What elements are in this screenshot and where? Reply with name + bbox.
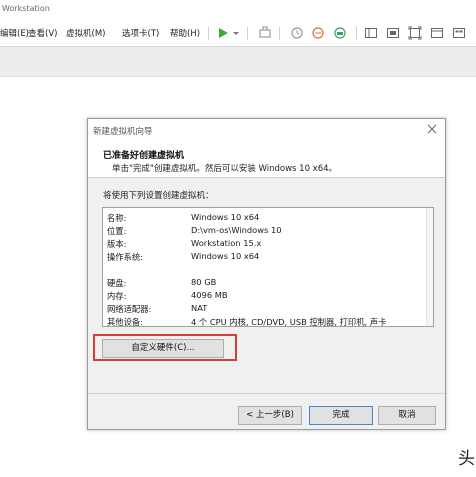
setting-value: D:\vm-os\Windows 10 [191,225,282,235]
setting-value: Windows 10 x64 [191,212,260,222]
back-button[interactable]: < 上一步(B) [238,406,302,425]
footer-divider [88,393,445,394]
console-view-icon[interactable] [386,26,400,40]
menu-view[interactable]: 查看(V) [28,27,57,39]
snapshot-icon[interactable] [290,26,304,40]
settings-intro: 将使用下列设置创建虚拟机： [103,191,214,201]
cancel-button[interactable]: 取消 [378,406,436,425]
menu-help[interactable]: 帮助(H) [170,27,200,39]
settings-summary-box[interactable]: 名称: Windows 10 x64 位置: D:\vm-os\Windows … [102,207,434,327]
setting-key: 操作系统: [107,252,143,262]
customize-hardware-button[interactable]: 自定义硬件(C)... [102,339,224,358]
setting-key: 其他设备: [107,317,143,327]
send-keys-icon[interactable] [258,26,272,40]
dialog-heading: 已准备好创建虚拟机 [103,151,185,161]
setting-row: 其他设备: 4 个 CPU 内核, CD/DVD, USB 控制器, 打印机, … [103,316,433,327]
setting-key: 硬盘: [107,278,127,288]
dialog-title: 新建虚拟机向导 [93,127,153,137]
play-icon[interactable] [216,26,230,40]
menu-vm[interactable]: 虚拟机(M) [66,27,105,39]
setting-value: 80 GB [191,277,217,287]
toolbar-separator [356,27,357,40]
fullscreen-icon[interactable] [408,26,422,40]
toolbar-separator [279,27,280,40]
setting-value: Workstation 15.x [191,238,262,248]
dialog-header: 已准备好创建虚拟机 单击"完成"创建虚拟机。然后可以安装 Windows 10 … [88,140,445,178]
new-vm-wizard-dialog: 新建虚拟机向导 已准备好创建虚拟机 单击"完成"创建虚拟机。然后可以安装 Win… [87,118,446,430]
watermark-text: 头条 [458,449,476,469]
setting-value: 4096 MB [191,290,228,300]
menubar: 编辑(E) 查看(V) 虚拟机(M) 选项卡(T) 帮助(H) [0,20,476,47]
manage-snapshots-icon[interactable] [333,26,347,40]
setting-key: 版本: [107,239,127,249]
app-titlebar: Workstation [0,0,476,20]
setting-key: 位置: [107,226,127,236]
vertical-scrollbar[interactable] [426,208,433,326]
setting-value: NAT [191,303,208,313]
dialog-titlebar: 新建虚拟机向导 [88,119,445,140]
close-icon[interactable] [426,123,438,135]
setting-value: 4 个 CPU 内核, CD/DVD, USB 控制器, 打印机, 声卡 [191,317,387,327]
setting-value: Windows 10 x64 [191,251,260,261]
setting-key: 内存: [107,291,127,301]
setting-row: 硬盘: 80 GB [103,277,433,290]
toolbar-separator [247,27,248,40]
sidebar-view-icon[interactable] [364,26,378,40]
setting-key: 网络适配器: [107,304,152,314]
thumbnail-icon[interactable] [452,26,466,40]
setting-row: 内存: 4096 MB [103,290,433,303]
setting-row: 位置: D:\vm-os\Windows 10 [103,225,433,238]
menu-tabs[interactable]: 选项卡(T) [122,27,159,39]
app-title: Workstation [2,4,50,13]
menu-edit[interactable]: 编辑(E) [0,27,29,39]
setting-row: 版本: Workstation 15.x [103,238,433,251]
setting-row: 操作系统: Windows 10 x64 [103,251,433,264]
setting-row: 网络适配器: NAT [103,303,433,316]
unity-icon[interactable] [430,26,444,40]
dialog-subheading: 单击"完成"创建虚拟机。然后可以安装 Windows 10 x64。 [112,164,338,174]
finish-button[interactable]: 完成 [309,406,373,425]
setting-key: 名称: [107,213,127,223]
setting-row: 名称: Windows 10 x64 [103,212,433,225]
dropdown-arrow-icon[interactable] [232,26,240,40]
tab-strip [0,47,476,77]
revert-snapshot-icon[interactable] [311,26,325,40]
toolbar-separator [208,27,209,40]
